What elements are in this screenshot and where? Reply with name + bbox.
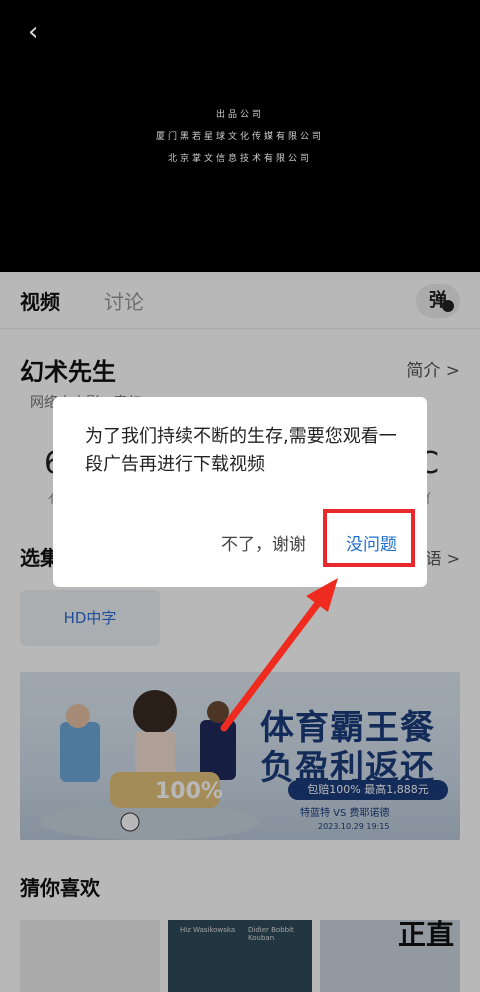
decline-button[interactable]: 不了，谢谢	[221, 530, 306, 555]
credit-heading: 出品公司	[215, 110, 264, 120]
video-player[interactable]: ‹ 出品公司 厦门黑若星球文化传媒有限公司 北京掌文信息技术有限公司	[0, 0, 480, 272]
back-arrow-icon[interactable]: ‹	[28, 18, 56, 46]
video-credits: 出品公司 厦门黑若星球文化传媒有限公司 北京掌文信息技术有限公司	[0, 104, 480, 170]
download-ad-dialog: 为了我们持续不断的生存,需要您观看一段广告再进行下载视频 不了，谢谢 没问题	[53, 397, 427, 587]
accept-button[interactable]: 没问题	[346, 530, 397, 555]
credit-line2: 北京掌文信息技术有限公司	[167, 154, 312, 164]
credit-line1: 厦门黑若星球文化传媒有限公司	[155, 132, 324, 142]
modal-overlay	[0, 272, 480, 992]
dialog-message: 为了我们持续不断的生存,需要您观看一段广告再进行下载视频	[85, 426, 397, 475]
